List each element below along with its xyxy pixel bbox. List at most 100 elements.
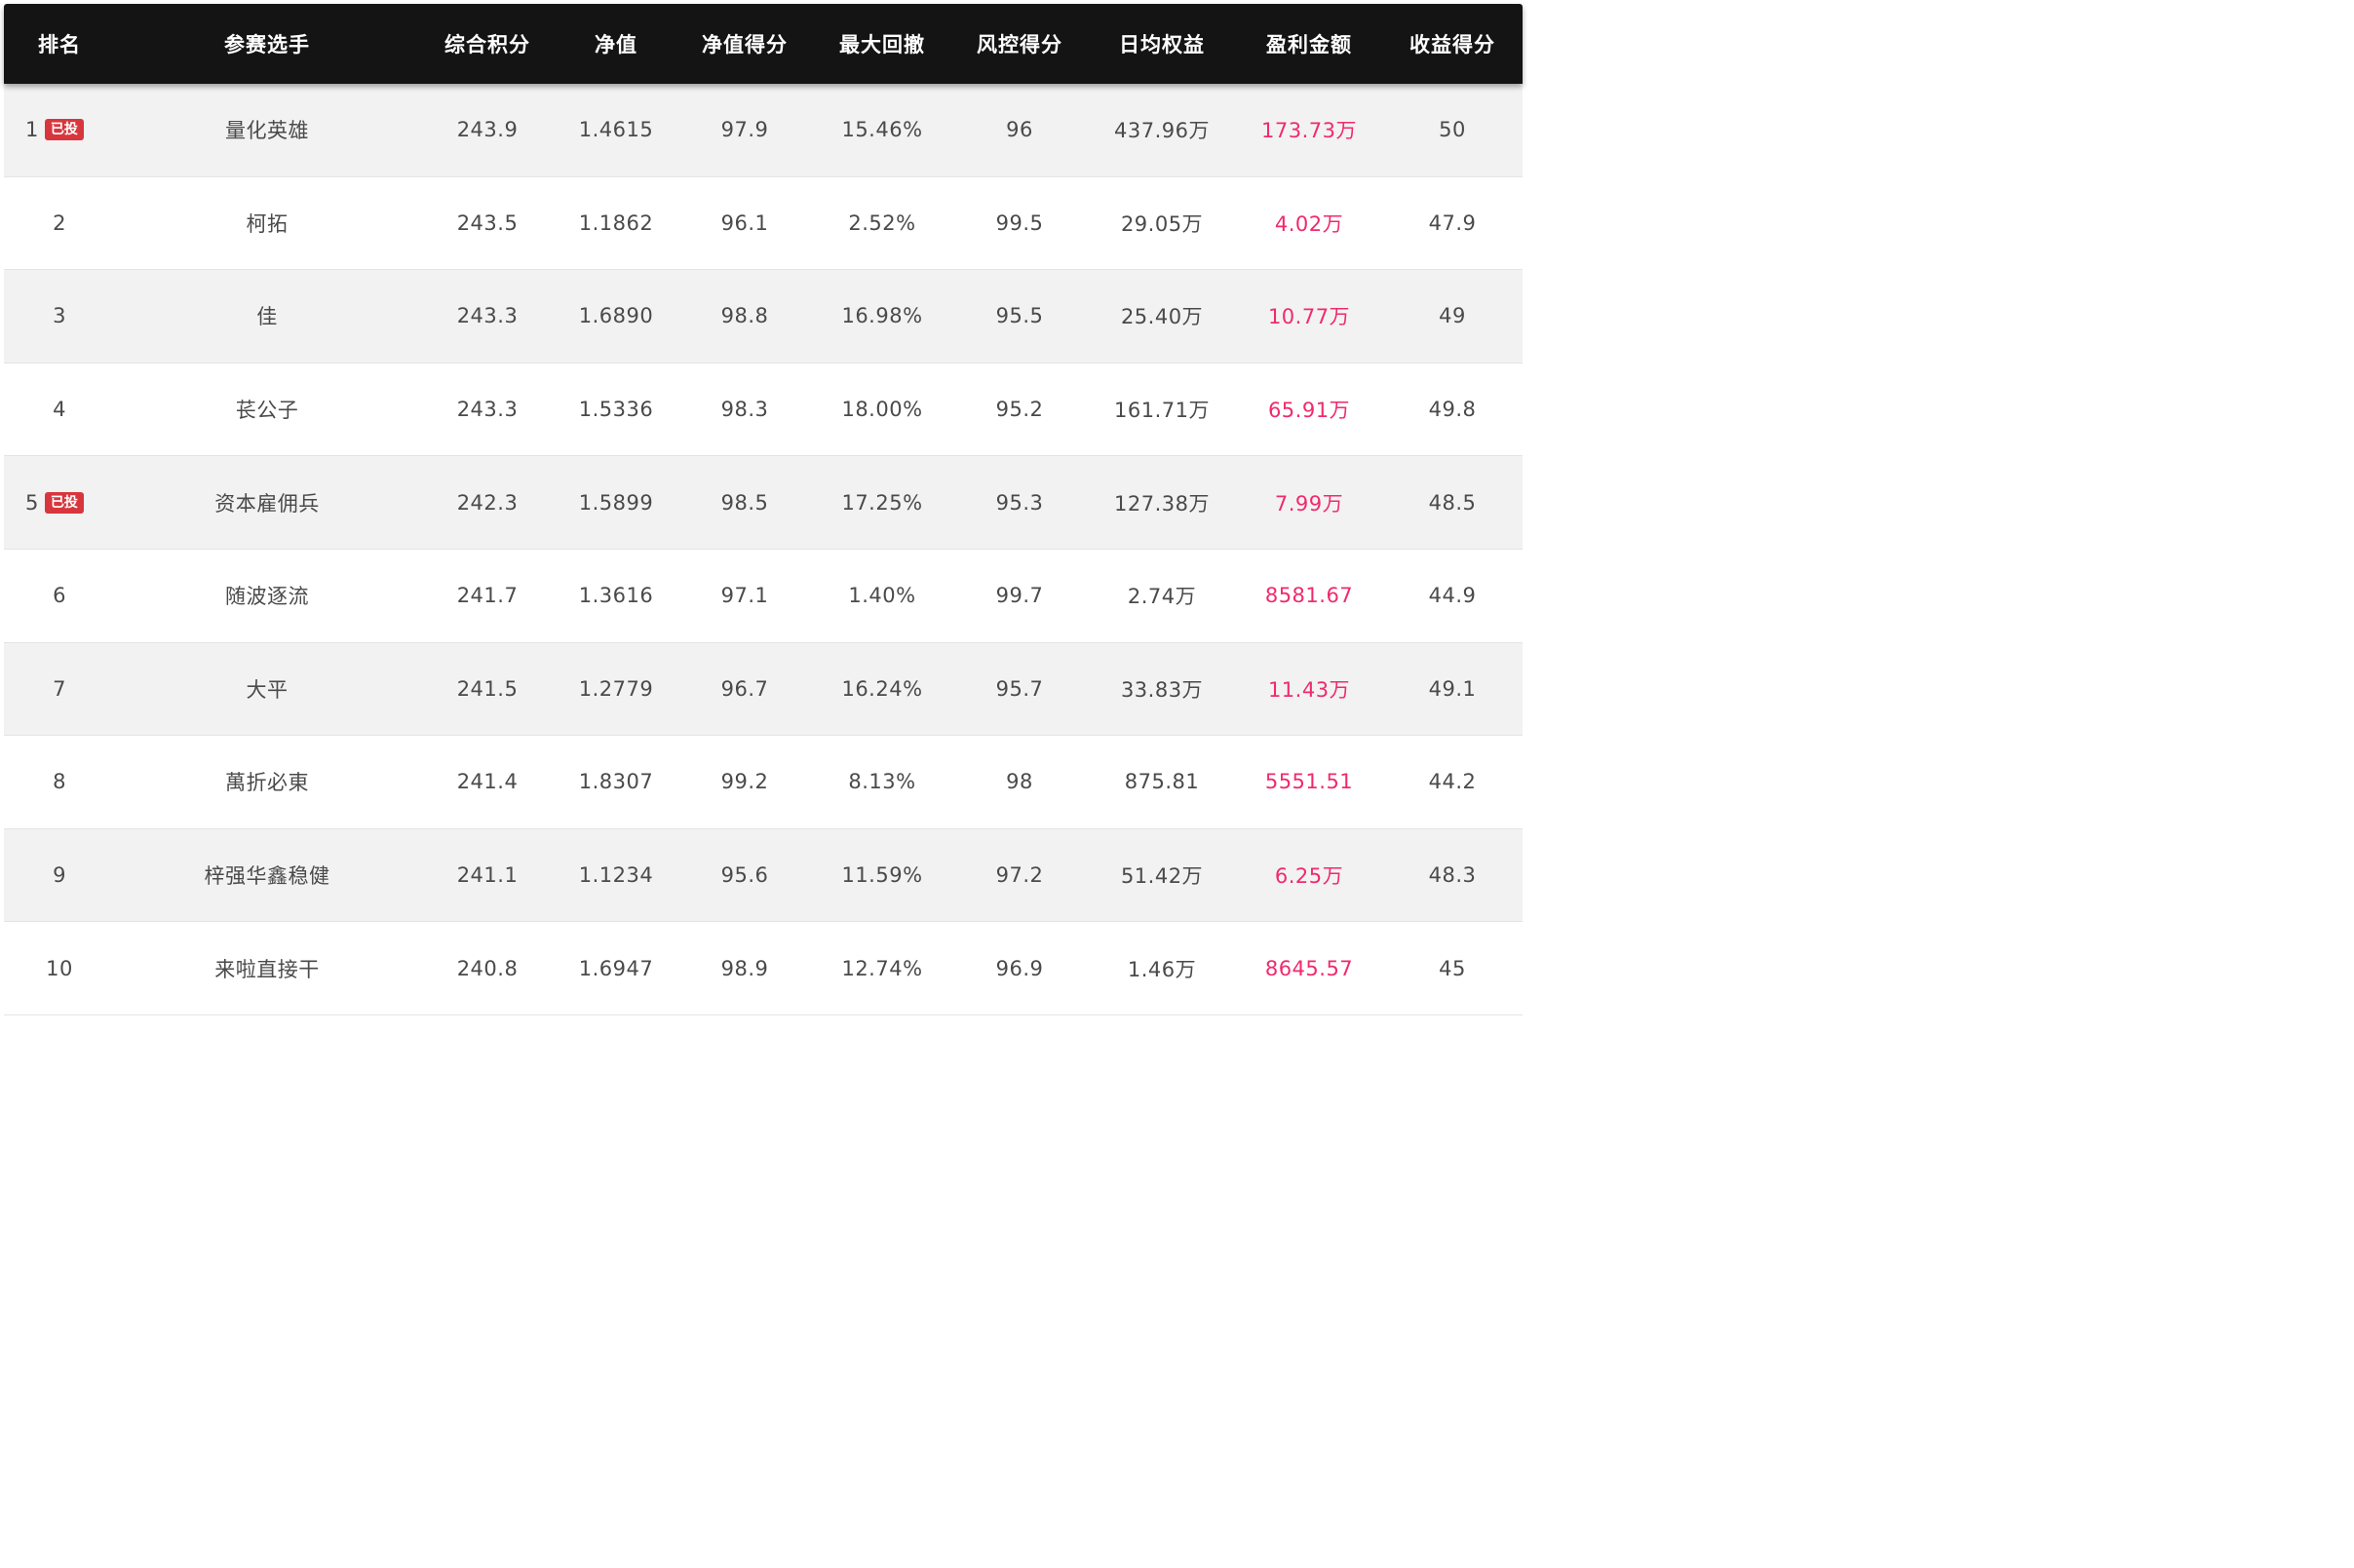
total-score: 243.9 xyxy=(456,118,519,142)
player-name[interactable]: 柯拓 xyxy=(115,177,419,270)
rank-wrap: 2 xyxy=(53,211,66,235)
header-player[interactable]: 参赛选手 xyxy=(115,4,419,84)
header-avg-equity[interactable]: 日均权益 xyxy=(1088,4,1236,84)
profit-amount: 6.25万 xyxy=(1274,864,1344,889)
invested-badge: 已投 xyxy=(44,119,84,141)
total-score: 241.7 xyxy=(456,584,519,608)
return-score: 50 xyxy=(1439,118,1466,142)
player-name[interactable]: 苌公子 xyxy=(115,363,419,456)
header-return-score[interactable]: 收益得分 xyxy=(1382,4,1523,84)
net-value: 1.8307 xyxy=(578,770,654,794)
rank-wrap: 8 xyxy=(53,770,66,793)
rank-number: 6 xyxy=(53,584,66,608)
avg-daily-equity: 437.96万 xyxy=(1114,119,1210,143)
profit-amount: 10.77万 xyxy=(1267,305,1351,329)
rank-cell: 4 xyxy=(4,363,115,456)
table-row[interactable]: 9 梓强华鑫稳健 241.1 1.1234 95.6 11.59% 97.2 51.42万 6.… xyxy=(4,828,1523,923)
avg-daily-equity: 2.74万 xyxy=(1127,585,1197,609)
total-score: 243.5 xyxy=(456,210,519,235)
table-row[interactable]: 6 随波逐流 241.7 1.3616 97.1 1.40% 99.7 2.74万 8581.6… xyxy=(4,549,1523,643)
player-name[interactable]: 佳 xyxy=(115,270,419,363)
rank-wrap: 9 xyxy=(53,863,66,887)
avg-daily-equity: 29.05万 xyxy=(1120,211,1204,236)
max-drawdown: 12.74% xyxy=(841,956,923,980)
max-drawdown: 15.46% xyxy=(841,118,923,142)
net-value: 1.6890 xyxy=(578,304,654,328)
avg-daily-equity: 1.46万 xyxy=(1127,957,1197,981)
max-drawdown: 16.24% xyxy=(841,676,923,701)
player-name[interactable]: 量化英雄 xyxy=(115,84,419,176)
table-row[interactable]: 2 柯拓 243.5 1.1862 96.1 2.52% 99.5 29.05万 4.02万 47… xyxy=(4,176,1523,271)
rank-cell: 3 xyxy=(4,270,115,363)
table-body: 1 已投 量化英雄 243.9 1.4615 97.9 15.46% 96 437.96万 173… xyxy=(4,84,1523,1015)
net-value: 1.2779 xyxy=(578,676,654,701)
table-row[interactable]: 1 已投 量化英雄 243.9 1.4615 97.9 15.46% 96 437.96万 173… xyxy=(4,84,1523,177)
profit-amount: 8581.67 xyxy=(1264,584,1354,608)
header-rank[interactable]: 排名 xyxy=(4,4,115,84)
ranking-table: 排名 参赛选手 综合积分 净值 净值得分 最大回撤 风控得分 日均权益 盈利金额… xyxy=(4,4,1523,1015)
rank-wrap: 4 xyxy=(53,398,66,421)
net-value-score: 98.9 xyxy=(720,956,769,980)
player-name[interactable]: 随波逐流 xyxy=(115,550,419,642)
profit-amount: 7.99万 xyxy=(1274,491,1344,516)
table-row[interactable]: 10 来啦直接干 240.8 1.6947 98.9 12.74% 96.9 1.46万 864… xyxy=(4,922,1523,1015)
avg-daily-equity: 51.42万 xyxy=(1120,864,1204,889)
player-name[interactable]: 大平 xyxy=(115,643,419,736)
player-name[interactable]: 资本雇佣兵 xyxy=(115,456,419,549)
total-score: 241.4 xyxy=(456,770,519,794)
rank-number: 3 xyxy=(53,304,66,328)
rank-cell: 9 xyxy=(4,829,115,922)
profit-amount: 173.73万 xyxy=(1261,119,1357,143)
header-profit[interactable]: 盈利金额 xyxy=(1236,4,1382,84)
rank-cell: 6 xyxy=(4,550,115,642)
return-score: 49 xyxy=(1439,304,1466,328)
table-header: 排名 参赛选手 综合积分 净值 净值得分 最大回撤 风控得分 日均权益 盈利金额… xyxy=(4,4,1523,84)
profit-amount: 4.02万 xyxy=(1274,211,1344,236)
rank-wrap: 1 已投 xyxy=(25,118,84,141)
net-value-score: 95.6 xyxy=(720,863,769,888)
net-value-score: 96.1 xyxy=(720,210,769,235)
risk-score: 97.2 xyxy=(995,863,1044,888)
rank-number: 7 xyxy=(53,676,66,701)
rank-number: 8 xyxy=(53,770,66,794)
rank-number: 5 xyxy=(25,490,39,515)
total-score: 241.1 xyxy=(456,863,519,888)
player-name[interactable]: 梓强华鑫稳健 xyxy=(115,829,419,922)
header-score[interactable]: 综合积分 xyxy=(419,4,556,84)
net-value: 1.5336 xyxy=(578,398,654,422)
table-row[interactable]: 4 苌公子 243.3 1.5336 98.3 18.00% 95.2 161.71万 65.9… xyxy=(4,363,1523,457)
total-score: 240.8 xyxy=(456,956,519,980)
rank-cell: 2 xyxy=(4,177,115,270)
header-nav-score[interactable]: 净值得分 xyxy=(676,4,813,84)
max-drawdown: 2.52% xyxy=(848,210,916,235)
header-nav[interactable]: 净值 xyxy=(556,4,676,84)
max-drawdown: 11.59% xyxy=(841,863,923,888)
rank-number: 10 xyxy=(46,956,73,980)
net-value: 1.1862 xyxy=(578,210,654,235)
table-row[interactable]: 5 已投 资本雇佣兵 242.3 1.5899 98.5 17.25% 95.3 127.38万… xyxy=(4,456,1523,550)
table-row[interactable]: 3 佳 243.3 1.6890 98.8 16.98% 95.5 25.40万 10.77万 4… xyxy=(4,270,1523,363)
net-value: 1.4615 xyxy=(578,118,654,142)
avg-daily-equity: 33.83万 xyxy=(1120,677,1204,702)
header-max-drawdown[interactable]: 最大回撤 xyxy=(813,4,951,84)
header-risk-score[interactable]: 风控得分 xyxy=(951,4,1088,84)
max-drawdown: 8.13% xyxy=(848,770,916,794)
avg-daily-equity: 25.40万 xyxy=(1120,305,1204,329)
total-score: 241.5 xyxy=(456,676,519,701)
player-name[interactable]: 萬折必東 xyxy=(115,736,419,828)
table-row[interactable]: 7 大平 241.5 1.2779 96.7 16.24% 95.7 33.83万 11.43万… xyxy=(4,642,1523,737)
invested-badge: 已投 xyxy=(44,491,84,514)
profit-amount: 8645.57 xyxy=(1264,956,1354,980)
max-drawdown: 18.00% xyxy=(841,398,923,422)
max-drawdown: 16.98% xyxy=(841,304,923,328)
net-value: 1.1234 xyxy=(578,863,654,888)
max-drawdown: 17.25% xyxy=(841,490,923,515)
table-row[interactable]: 8 萬折必東 241.4 1.8307 99.2 8.13% 98 875.81 5551.51… xyxy=(4,736,1523,829)
rank-cell: 10 xyxy=(4,922,115,1014)
net-value-score: 96.7 xyxy=(720,676,769,701)
rank-wrap: 10 xyxy=(46,957,73,980)
player-name[interactable]: 来啦直接干 xyxy=(115,922,419,1014)
profit-amount: 65.91万 xyxy=(1267,399,1351,423)
net-value: 1.5899 xyxy=(578,490,654,515)
risk-score: 95.7 xyxy=(995,676,1044,701)
